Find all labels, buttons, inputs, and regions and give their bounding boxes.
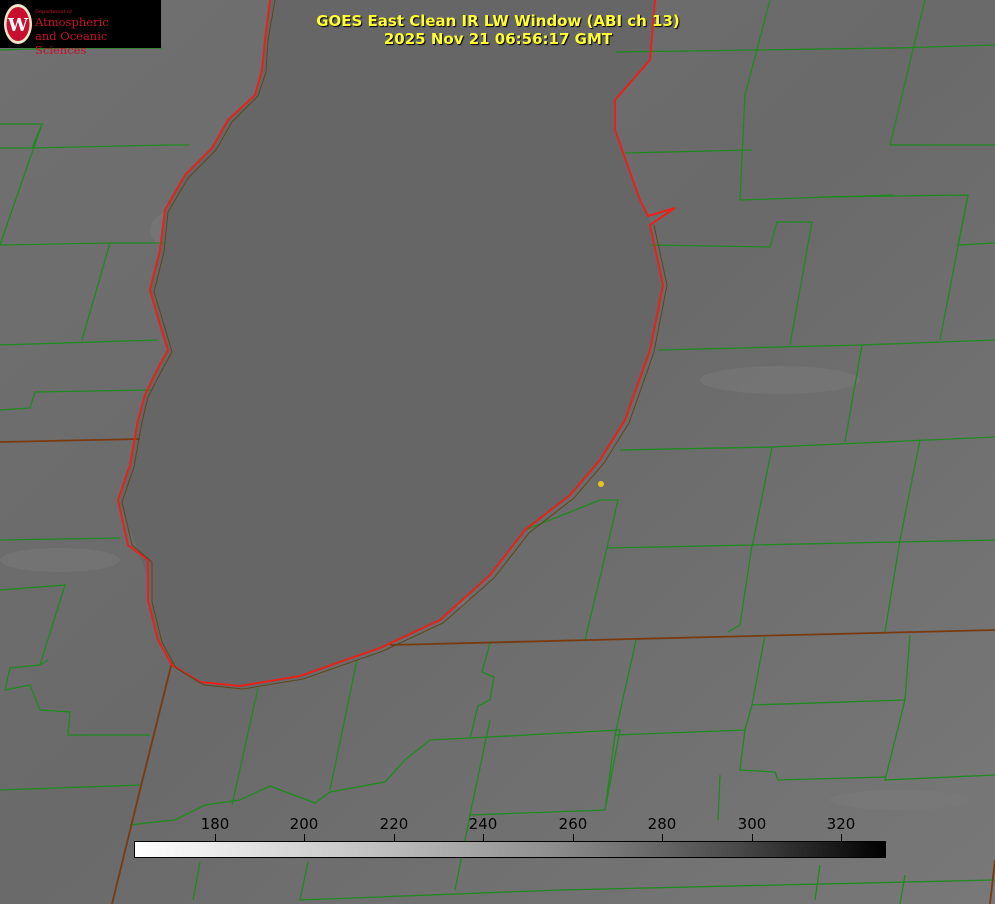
colorbar-tick-mark (394, 834, 395, 841)
colorbar-tick-mark (215, 834, 216, 841)
colorbar-tick-label: 240 (468, 815, 498, 833)
uw-aos-logo[interactable]: W Department of Atmospheric and Oceanic … (0, 0, 161, 57)
title-product: GOES East Clean IR LW Window (ABI ch 13) (316, 12, 680, 30)
uw-crest-icon: W (4, 4, 32, 44)
colorbar-tick-label: 320 (826, 815, 856, 833)
logo-text: Department of Atmospheric and Oceanic Sc… (35, 9, 161, 57)
colorbar-tick-mark (841, 834, 842, 841)
image-title: GOES East Clean IR LW Window (ABI ch 13)… (298, 12, 698, 48)
title-timestamp: 2025 Nov 21 06:56:17 GMT (383, 30, 613, 48)
logo-line-2: and Oceanic Sciences (35, 29, 108, 57)
crest-letter: W (7, 15, 29, 36)
colorbar-gradient (134, 841, 886, 858)
colorbar-tick-mark (662, 834, 663, 841)
location-marker (598, 481, 604, 487)
colorbar-tick-mark (752, 834, 753, 841)
colorbar-tick-mark (573, 834, 574, 841)
colorbar-tick-label: 280 (647, 815, 677, 833)
colorbar-tick-label: 200 (289, 815, 319, 833)
logo-line-1: Atmospheric (35, 15, 109, 29)
colorbar-tick-label: 220 (379, 815, 409, 833)
satellite-map (0, 0, 995, 904)
colorbar-tick-label: 300 (737, 815, 767, 833)
colorbar-tick-label: 260 (558, 815, 588, 833)
colorbar-tick-mark (304, 834, 305, 841)
colorbar-tick-mark (483, 834, 484, 841)
colorbar-tick-label: 180 (200, 815, 230, 833)
